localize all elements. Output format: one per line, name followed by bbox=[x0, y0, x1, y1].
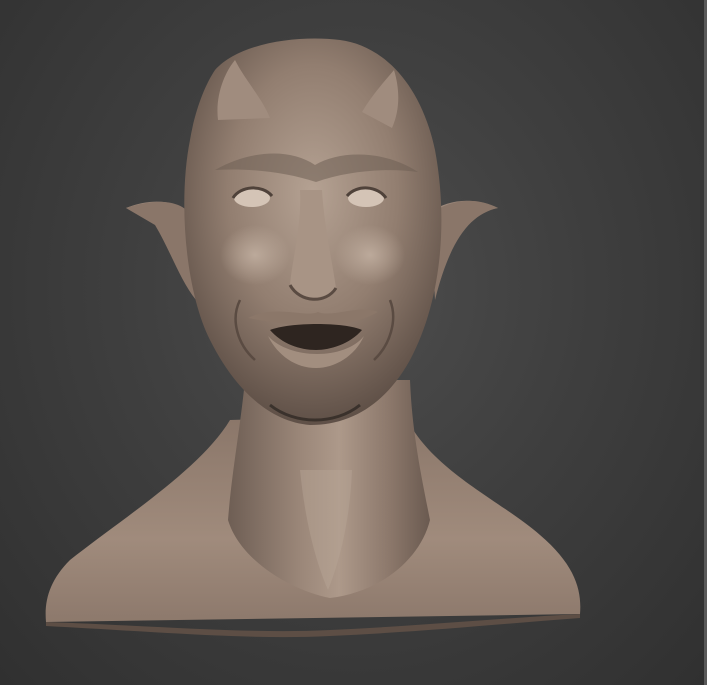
left-cheek-highlight bbox=[220, 225, 290, 285]
sculpt-viewport[interactable] bbox=[0, 0, 707, 685]
devil-bust-sculpture bbox=[45, 38, 581, 638]
right-cheek-highlight bbox=[335, 225, 405, 285]
